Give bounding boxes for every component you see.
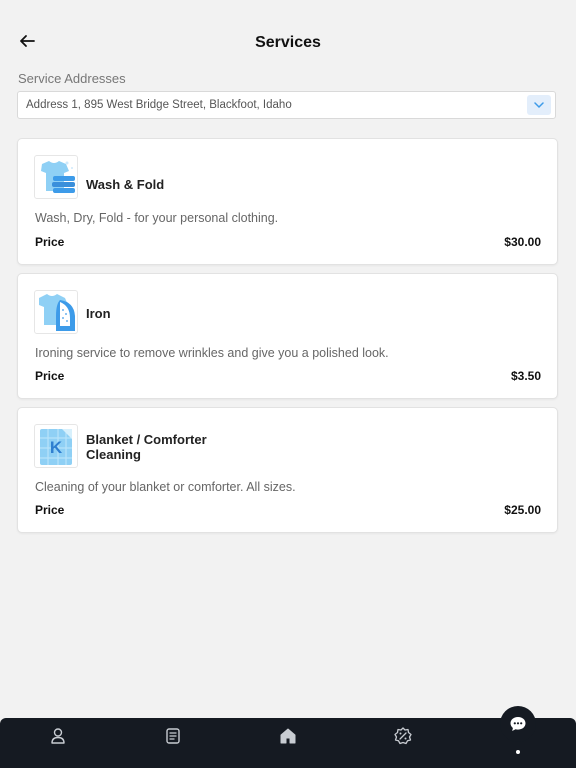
home-icon[interactable] — [278, 726, 298, 746]
wash-fold-icon — [34, 155, 78, 199]
price-label: Price — [35, 503, 65, 517]
service-description: Wash, Dry, Fold - for your personal clot… — [35, 211, 279, 225]
service-card-iron[interactable]: Iron Ironing service to remove wrinkles … — [17, 273, 558, 399]
orders-icon[interactable] — [163, 726, 183, 746]
header: Services — [0, 0, 576, 70]
chevron-down-icon[interactable] — [527, 95, 551, 115]
address-select-value: Address 1, 895 West Bridge Street, Black… — [26, 99, 292, 111]
service-title: Iron — [86, 306, 111, 321]
bottom-tab-bar — [0, 718, 576, 768]
back-arrow-icon[interactable] — [16, 30, 38, 52]
svg-text:K: K — [50, 438, 63, 457]
service-description: Ironing service to remove wrinkles and g… — [35, 346, 389, 360]
service-title-line1: Blanket / Comforter — [86, 432, 207, 447]
service-addresses-label: Service Addresses — [18, 71, 126, 86]
service-card-wash-fold[interactable]: Wash & Fold Wash, Dry, Fold - for your p… — [17, 138, 558, 265]
service-title: Wash & Fold — [86, 177, 165, 192]
chat-bubble-icon[interactable] — [500, 706, 536, 742]
price-value: $25.00 — [504, 503, 541, 517]
price-label: Price — [35, 235, 65, 249]
profile-icon[interactable] — [48, 726, 68, 746]
active-indicator-dot — [516, 750, 520, 754]
price-value: $30.00 — [504, 235, 541, 249]
service-description: Cleaning of your blanket or comforter. A… — [35, 480, 296, 494]
address-select[interactable]: Address 1, 895 West Bridge Street, Black… — [17, 91, 556, 119]
service-title-line2: Cleaning — [86, 447, 141, 462]
discount-icon[interactable] — [393, 726, 413, 746]
price-label: Price — [35, 369, 65, 383]
iron-shirt-icon — [34, 290, 78, 334]
blanket-icon: K — [34, 424, 78, 468]
service-title: Blanket / Comforter Cleaning — [86, 432, 207, 462]
service-card-blanket[interactable]: K Blanket / Comforter Cleaning Cleaning … — [17, 407, 558, 533]
page-title: Services — [255, 34, 321, 51]
price-value: $3.50 — [510, 369, 541, 383]
